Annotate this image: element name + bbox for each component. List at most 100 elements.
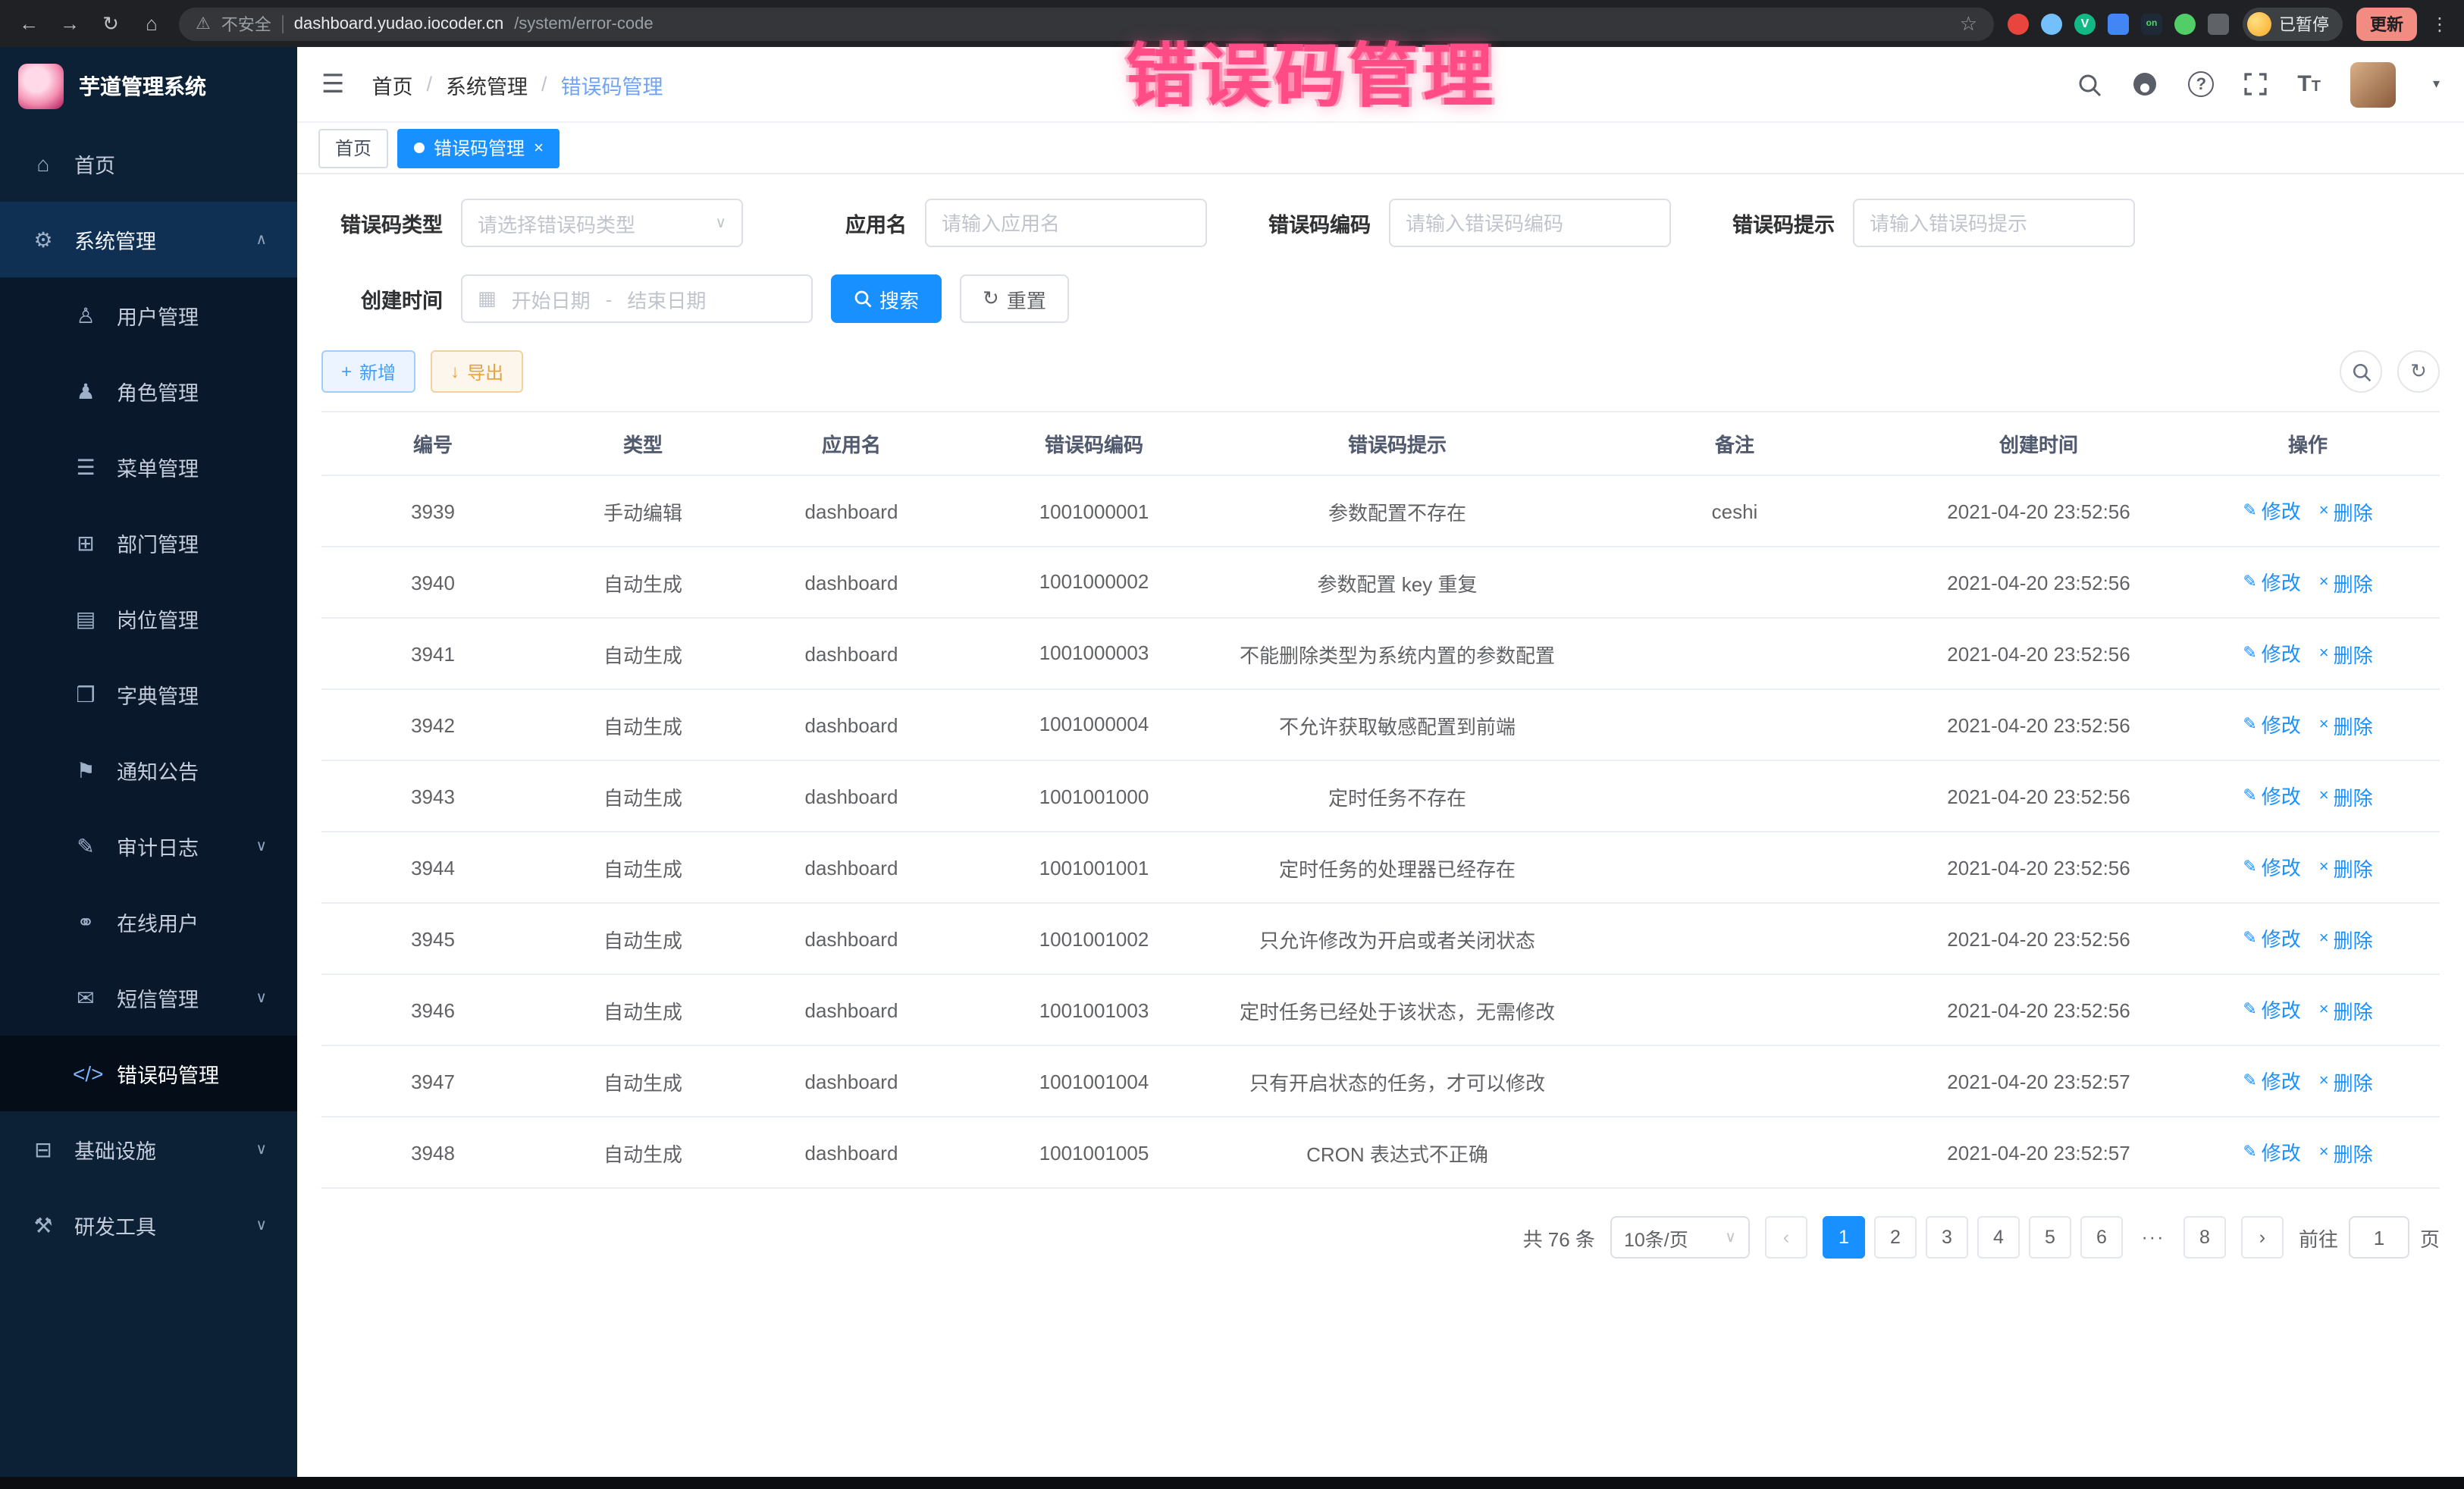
delete-link[interactable]: ×删除 [2319, 854, 2373, 882]
table-header: 编号类型应用名错误码编码错误码提示备注创建时间操作 [321, 412, 2440, 476]
github-icon[interactable] [2132, 71, 2158, 97]
security-label: 不安全 [221, 11, 271, 36]
error-code-input[interactable] [1389, 199, 1671, 247]
export-button[interactable]: ↓ 导出 [431, 350, 523, 393]
date-range-picker[interactable]: ▦ 开始日期 - 结束日期 [461, 274, 813, 323]
error-type-select[interactable]: 请选择错误码类型 ∨ [461, 199, 743, 247]
sidebar-item-dict[interactable]: ❒字典管理 [0, 657, 297, 732]
browser-profile-chip[interactable]: 已暂停 [2243, 7, 2343, 40]
browser-menu-icon[interactable]: ⋮ [2431, 13, 2449, 34]
delete-link[interactable]: ×删除 [2319, 925, 2373, 954]
edit-link[interactable]: ✎修改 [2243, 568, 2300, 597]
edit-link[interactable]: ✎修改 [2243, 995, 2300, 1024]
page-button[interactable]: 8 [2183, 1216, 2226, 1259]
browser-update-button[interactable]: 更新 [2356, 7, 2417, 40]
extension-icon[interactable] [2041, 13, 2062, 34]
cell-id: 3945 [321, 918, 544, 959]
reload-icon[interactable]: ↻ [97, 11, 124, 36]
app-logo[interactable]: 芋道管理系统 [0, 47, 297, 126]
edit-link[interactable]: ✎修改 [2243, 853, 2300, 882]
fullscreen-icon[interactable] [2244, 73, 2267, 96]
refresh-table-button[interactable]: ↻ [2397, 350, 2440, 393]
search-button[interactable]: 搜索 [831, 274, 942, 323]
tab-home[interactable]: 首页 [318, 128, 388, 168]
goto-page-input[interactable] [2349, 1216, 2409, 1259]
delete-link[interactable]: ×删除 [2319, 1139, 2373, 1168]
next-page-button[interactable]: › [2241, 1216, 2284, 1259]
extension-icon[interactable] [2108, 13, 2129, 34]
collapse-sidebar-icon[interactable]: ☰ [321, 69, 345, 99]
sidebar-item-audit[interactable]: ✎审计日志∨ [0, 808, 297, 884]
edit-link[interactable]: ✎修改 [2243, 497, 2300, 525]
page-button[interactable]: 1 [1823, 1216, 1865, 1259]
breadcrumb-item[interactable]: 首页 [372, 69, 413, 99]
back-icon[interactable]: ← [15, 12, 42, 35]
bookmark-star-icon[interactable]: ☆ [1960, 11, 1977, 36]
sidebar-item-depts[interactable]: ⊞部门管理 [0, 505, 297, 581]
breadcrumb-item[interactable]: 系统管理 [446, 69, 528, 99]
avatar-caret-icon[interactable]: ▾ [2433, 76, 2440, 92]
edit-link[interactable]: ✎修改 [2243, 782, 2300, 810]
tab-error-code[interactable]: 错误码管理 × [397, 128, 560, 168]
reset-button[interactable]: ↻ 重置 [960, 274, 1069, 323]
error-code-value: 1001000004 [1036, 708, 1152, 741]
delete-link[interactable]: ×删除 [2319, 782, 2373, 811]
edit-link[interactable]: ✎修改 [2243, 710, 2300, 739]
sidebar-item-home[interactable]: ⌂首页 [0, 126, 297, 202]
page-button[interactable]: 5 [2029, 1216, 2071, 1259]
app-name-input[interactable] [925, 199, 1207, 247]
sidebar-item-online[interactable]: ⚭在线用户 [0, 884, 297, 960]
delete-link[interactable]: ×删除 [2319, 569, 2373, 597]
pin-extension-icon[interactable] [2208, 13, 2229, 34]
more-pages-button[interactable]: ··· [2132, 1216, 2174, 1259]
error-hint-input[interactable] [1853, 199, 2135, 247]
help-icon[interactable]: ? [2188, 71, 2214, 97]
edit-link[interactable]: ✎修改 [2243, 924, 2300, 953]
sidebar-item-infra[interactable]: ⊟基础设施∨ [0, 1111, 297, 1187]
sidebar-item-label: 短信管理 [117, 983, 199, 1013]
browser-home-icon[interactable]: ⌂ [138, 12, 165, 35]
delete-link[interactable]: ×删除 [2319, 640, 2373, 669]
table-toolbar: + 新增 ↓ 导出 ↻ [297, 350, 2464, 393]
sidebar-item-label: 通知公告 [117, 755, 199, 785]
forward-icon[interactable]: → [56, 12, 83, 35]
delete-link[interactable]: ×删除 [2319, 711, 2373, 740]
extension-icon[interactable] [2008, 13, 2029, 34]
sidebar-item-system[interactable]: ⚙系统管理∧ [0, 202, 297, 277]
extension-icon[interactable]: V [2074, 13, 2096, 34]
cell-remark [1568, 1072, 1901, 1090]
sidebar-item-notice[interactable]: ⚑通知公告 [0, 732, 297, 808]
page-button[interactable]: 3 [1926, 1216, 1968, 1259]
cell-hint: 只有开启状态的任务，才可以修改 [1227, 1058, 1568, 1105]
prev-page-button[interactable]: ‹ [1765, 1216, 1807, 1259]
sidebar-item-roles[interactable]: ♟角色管理 [0, 353, 297, 429]
delete-link[interactable]: ×删除 [2319, 497, 2373, 526]
sidebar-item-errorcode[interactable]: </>错误码管理 [0, 1036, 297, 1111]
delete-link[interactable]: ×删除 [2319, 996, 2373, 1025]
sidebar-item-devtools[interactable]: ⚒研发工具∨ [0, 1187, 297, 1263]
address-bar[interactable]: ⚠ 不安全 dashboard.yudao.iocoder.cn/system/… [179, 7, 1994, 40]
chevron-up-icon: ∧ [255, 231, 267, 248]
sidebar-item-menus[interactable]: ☰菜单管理 [0, 429, 297, 505]
toggle-search-button[interactable] [2340, 350, 2382, 393]
delete-link[interactable]: ×删除 [2319, 1067, 2373, 1096]
delete-label: 删除 [2334, 569, 2373, 597]
sidebar-item-posts[interactable]: ▤岗位管理 [0, 581, 297, 657]
page-button[interactable]: 2 [1874, 1216, 1917, 1259]
extension-icon[interactable]: on [2141, 13, 2162, 34]
edit-link[interactable]: ✎修改 [2243, 1067, 2300, 1096]
search-icon[interactable] [2077, 72, 2102, 96]
sidebar-item-users[interactable]: ♙用户管理 [0, 277, 297, 353]
sidebar-item-sms[interactable]: ✉短信管理∨ [0, 960, 297, 1036]
edit-link[interactable]: ✎修改 [2243, 639, 2300, 668]
user-avatar[interactable] [2351, 61, 2397, 107]
font-size-icon[interactable]: TT [2297, 73, 2321, 96]
page-size-select[interactable]: 10条/页 ∨ [1610, 1216, 1750, 1259]
extension-icon[interactable] [2174, 13, 2196, 34]
close-icon[interactable]: × [534, 139, 544, 157]
page-button[interactable]: 6 [2080, 1216, 2123, 1259]
add-button[interactable]: + 新增 [321, 350, 415, 393]
page-button[interactable]: 4 [1977, 1216, 2020, 1259]
edit-link[interactable]: ✎修改 [2243, 1138, 2300, 1167]
cell-hint: 定时任务已经处于该状态，无需修改 [1227, 986, 1568, 1033]
